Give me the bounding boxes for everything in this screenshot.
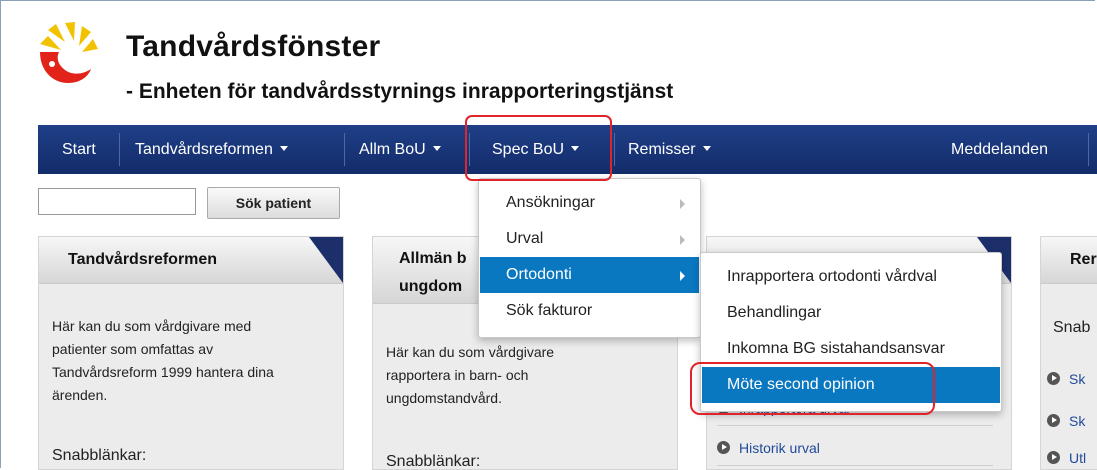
text-line: ärenden. bbox=[52, 387, 108, 403]
menu-item-urval[interactable]: Urval bbox=[480, 221, 699, 257]
quick-links-heading: Snabblänkar: bbox=[52, 447, 147, 464]
nav-meddelanden-label: Meddelanden bbox=[951, 141, 1048, 158]
divider bbox=[717, 425, 993, 426]
panel-title: Allmän b ungdom bbox=[399, 245, 467, 301]
ortodonti-submenu: Inrapportera ortodonti vårdval Behandlin… bbox=[700, 252, 1002, 412]
nav-allm-bou-label: Allm BoU bbox=[359, 141, 426, 158]
menu-item-inkomna-bg[interactable]: Inkomna BG sistahandsansvar bbox=[702, 331, 1000, 367]
patient-search-input[interactable] bbox=[38, 188, 196, 215]
play-bullet-icon bbox=[1047, 371, 1060, 385]
panel-title-line: Allmän b bbox=[399, 250, 467, 267]
nav-remisser-label: Remisser bbox=[628, 141, 696, 158]
link-remisser[interactable]: Sk bbox=[1047, 413, 1085, 429]
chevron-right-icon bbox=[680, 271, 685, 281]
nav-divider bbox=[1088, 133, 1089, 166]
text-line: Här kan du som vårdgivare bbox=[386, 344, 555, 360]
panel-description: Här kan du som vårdgivare rapportera in … bbox=[386, 341, 554, 410]
play-bullet-icon bbox=[1047, 413, 1060, 427]
nav-allm-bou[interactable]: Allm BoU bbox=[359, 125, 441, 174]
play-bullet-icon bbox=[1047, 450, 1060, 464]
menu-item-label: Ansökningar bbox=[506, 194, 595, 211]
menu-item-mote-second-opinion[interactable]: Möte second opinion bbox=[702, 367, 1000, 403]
app-subtitle: - Enheten för tandvårdsstyrnings inrappo… bbox=[126, 80, 674, 103]
menu-item-label: Urval bbox=[506, 230, 544, 247]
text-line: patienter som omfattas av bbox=[52, 341, 214, 357]
text-line: Tandvårdsreform 1999 hantera dina bbox=[52, 364, 274, 380]
caret-down-icon bbox=[571, 146, 580, 152]
nav-tandvardsreformen[interactable]: Tandvårdsreformen bbox=[135, 125, 288, 174]
search-patient-button[interactable]: Sök patient bbox=[207, 187, 340, 219]
link-remisser[interactable]: Sk bbox=[1047, 371, 1085, 387]
menu-item-ortodonti[interactable]: Ortodonti bbox=[480, 257, 699, 293]
app-title: Tandvårdsfönster bbox=[126, 30, 381, 63]
menu-item-label: Möte second opinion bbox=[727, 376, 875, 393]
caret-down-icon bbox=[279, 146, 288, 152]
panel-remisser: Rer Snab Sk Sk Utl bbox=[1040, 236, 1097, 470]
tandvard-logo-icon bbox=[40, 22, 98, 83]
menu-item-behandlingar[interactable]: Behandlingar bbox=[702, 295, 1000, 331]
nav-meddelanden[interactable]: Meddelanden bbox=[951, 125, 1048, 174]
quick-links-heading: Snab bbox=[1053, 319, 1091, 336]
panel-title: Rer bbox=[1070, 251, 1097, 268]
link-label: Utl bbox=[1069, 450, 1087, 466]
panel-tandvardsreformen: Tandvårdsreformen Här kan du som vårdgiv… bbox=[38, 236, 344, 470]
menu-item-inrapportera-ortodonti[interactable]: Inrapportera ortodonti vårdval bbox=[702, 259, 1000, 295]
chevron-right-icon bbox=[680, 199, 685, 209]
nav-spec-bou[interactable]: Spec BoU bbox=[492, 125, 580, 174]
caret-down-icon bbox=[702, 146, 711, 152]
nav-start-label: Start bbox=[62, 141, 96, 158]
nav-spec-bou-label: Spec BoU bbox=[492, 141, 565, 158]
nav-remisser[interactable]: Remisser bbox=[628, 125, 711, 174]
menu-item-label: Behandlingar bbox=[727, 304, 822, 321]
menu-item-label: Sök fakturor bbox=[506, 302, 593, 319]
panel-corner-tab bbox=[309, 237, 343, 283]
panel-description: Här kan du som vårdgivare med patienter … bbox=[52, 315, 274, 407]
nav-divider bbox=[614, 133, 615, 166]
text-line: rapportera in barn- och bbox=[386, 367, 529, 383]
nav-divider bbox=[469, 133, 470, 166]
nav-divider bbox=[344, 133, 345, 166]
main-navbar: Start Tandvårdsreformen Allm BoU Spec Bo… bbox=[38, 125, 1097, 174]
text-line: ungdomstandvård. bbox=[386, 390, 502, 406]
nav-start[interactable]: Start bbox=[62, 125, 96, 174]
panel-title: Tandvårdsreformen bbox=[68, 251, 218, 268]
text-line: Här kan du som vårdgivare med bbox=[52, 318, 252, 334]
quick-links-heading: Snabblänkar: bbox=[386, 453, 481, 470]
menu-item-label: Inkomna BG sistahandsansvar bbox=[727, 340, 945, 357]
divider bbox=[717, 465, 993, 466]
menu-item-label: Inrapportera ortodonti vårdval bbox=[727, 268, 937, 285]
link-remisser[interactable]: Utl bbox=[1047, 450, 1086, 466]
link-label: Sk bbox=[1069, 371, 1086, 387]
link-label: Historik urval bbox=[739, 440, 820, 456]
nav-tandvardsreformen-label: Tandvårdsreformen bbox=[135, 141, 273, 158]
chevron-right-icon bbox=[680, 235, 685, 245]
play-bullet-icon bbox=[717, 440, 730, 454]
link-label: Sk bbox=[1069, 413, 1086, 429]
spec-bou-dropdown: Ansökningar Urval Ortodonti Sök fakturor bbox=[478, 178, 701, 338]
caret-down-icon bbox=[432, 146, 441, 152]
nav-divider bbox=[119, 133, 120, 166]
panel-title-line: ungdom bbox=[399, 278, 463, 295]
menu-item-label: Ortodonti bbox=[506, 266, 572, 283]
menu-item-sok-fakturor[interactable]: Sök fakturor bbox=[480, 293, 699, 329]
link-historik-urval[interactable]: Historik urval bbox=[717, 440, 820, 456]
menu-item-ansokningar[interactable]: Ansökningar bbox=[480, 185, 699, 221]
